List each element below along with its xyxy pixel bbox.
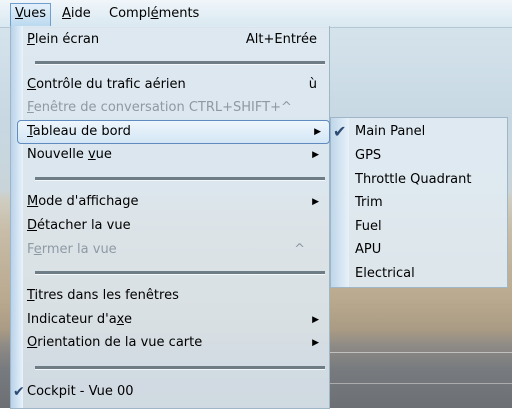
menu-label-prefix: Compl (109, 6, 151, 21)
submenu-item-label: Throttle Quadrant (355, 172, 472, 187)
menu-item-cockpit-vue[interactable]: ✔ Cockpit - Vue 00 (13, 381, 327, 403)
label-suffix: ode d'affichage (38, 194, 139, 209)
label-suffix: itres dans les fenêtres (34, 288, 179, 303)
menu-item-fermer-vue: Fermer la vue ^ (27, 239, 327, 261)
vues-dropdown-menu: Plein écran Alt+Entrée Contrôle du trafi… (10, 26, 330, 409)
menu-label-suffix: ues (23, 6, 47, 21)
submenu-item-apu[interactable]: APU (355, 238, 505, 261)
label-suffix: ue (95, 147, 112, 162)
label-mnemonic: T (27, 288, 35, 303)
submenu-item-label: APU (355, 242, 382, 257)
label-mnemonic: x (116, 312, 124, 327)
label-suffix: étacher la vue (37, 218, 131, 233)
menu-mnemonic: A (62, 6, 71, 21)
checkmark-icon: ✔ (13, 384, 25, 400)
label-suffix: e (123, 312, 132, 327)
label-suffix: ableau de bord (32, 124, 131, 139)
menu-separator (35, 366, 325, 370)
checkmark-icon: ✔ (333, 122, 347, 141)
shortcut-text: ^ (294, 242, 305, 257)
runway-marking (330, 383, 512, 384)
label-suffix: ontrôle du trafic aérien (36, 77, 186, 92)
menu-item-label: Nouvelle vue (27, 144, 112, 166)
menu-item-titres-fenetres[interactable]: Titres dans les fenêtres (27, 285, 327, 307)
menu-item-nouvelle-vue[interactable]: Nouvelle vue ▶ (27, 144, 327, 166)
menu-mnemonic: é (150, 6, 159, 21)
submenu-arrow-icon: ▶ (312, 197, 319, 207)
label-mnemonic: F (27, 100, 34, 115)
label-mnemonic: e (33, 242, 42, 257)
menu-item-orientation-carte[interactable]: Orientation de la vue carte ▶ (27, 332, 327, 354)
shortcut-text: Alt+Entrée (245, 32, 317, 47)
menu-item-label: Détacher la vue (27, 215, 131, 237)
label-mnemonic: v (87, 147, 96, 162)
menu-item-label: Plein écran (27, 29, 99, 51)
menu-complements[interactable]: Compléments (105, 4, 203, 24)
menu-separator (35, 271, 325, 275)
submenu-item-gps[interactable]: GPS (355, 144, 505, 167)
label-suffix: enêtre de conversation CTRL+SHIFT+^ (33, 100, 292, 115)
submenu-arrow-icon: ▶ (314, 127, 321, 137)
menu-item-plein-ecran[interactable]: Plein écran Alt+Entrée (27, 29, 327, 51)
submenu-gutter (331, 118, 349, 287)
submenu-item-main-panel[interactable]: ✔ Main Panel (333, 120, 505, 143)
menu-item-tableau-de-bord[interactable]: Tableau de bord ▶ (17, 120, 330, 144)
label-prefix: Nouvelle (27, 147, 88, 162)
menu-item-label: Mode d'affichage (27, 191, 139, 213)
submenu-arrow-icon: ▶ (312, 315, 319, 325)
submenu-item-electrical[interactable]: Electrical (355, 262, 505, 285)
menu-item-mode-affichage[interactable]: Mode d'affichage ▶ (27, 191, 327, 213)
menu-item-label: Indicateur d'axe (27, 309, 132, 331)
label-suffix: rmer la vue (41, 242, 117, 257)
menu-vues[interactable]: Vues (10, 3, 52, 26)
label-prefix: F (27, 242, 34, 257)
menu-item-fenetre-conversation: Fenêtre de conversation CTRL+SHIFT+^ (27, 97, 327, 119)
menu-item-label: Cockpit - Vue 00 (27, 384, 134, 399)
menu-item-label: Tableau de bord (27, 121, 131, 143)
submenu-item-fuel[interactable]: Fuel (355, 215, 505, 238)
menu-item-indicateur-axe[interactable]: Indicateur d'axe ▶ (27, 309, 327, 331)
submenu-item-trim[interactable]: Trim (355, 191, 505, 214)
menu-item-label: Fermer la vue (27, 239, 117, 261)
menu-bar: Vues Aide Compléments (0, 0, 512, 28)
label-mnemonic: C (27, 77, 37, 92)
menu-item-label: Titres dans les fenêtres (27, 285, 179, 307)
menu-separator (35, 177, 325, 181)
submenu-arrow-icon: ▶ (312, 338, 319, 348)
menu-item-detacher-vue[interactable]: Détacher la vue (27, 215, 327, 237)
submenu-item-label: Fuel (355, 219, 382, 234)
label-prefix: Indicateur d'a (27, 312, 117, 327)
label-suffix: rientation de la vue carte (37, 335, 203, 350)
submenu-item-throttle-quadrant[interactable]: Throttle Quadrant (355, 168, 505, 191)
menu-item-controle-trafic[interactable]: Contrôle du trafic aérien ù (27, 74, 327, 96)
runway-marking (330, 352, 512, 353)
submenu-item-label: Electrical (355, 266, 415, 281)
menu-separator (35, 61, 325, 65)
label-suffix: lein écran (34, 32, 100, 47)
menu-item-label: Fenêtre de conversation CTRL+SHIFT+^ (27, 97, 292, 119)
label-mnemonic: P (27, 32, 35, 47)
label-mnemonic: O (27, 335, 38, 350)
label-mnemonic: D (27, 218, 38, 233)
menu-aide[interactable]: Aide (58, 4, 95, 24)
submenu-item-label: Main Panel (355, 124, 426, 139)
menu-label-suffix: ide (70, 6, 91, 21)
submenu-item-label: GPS (355, 148, 382, 163)
menu-label-suffix: ments (158, 6, 200, 21)
submenu-item-label: Trim (355, 195, 383, 210)
menu-item-label: Contrôle du trafic aérien (27, 74, 186, 96)
tableau-de-bord-submenu: ✔ Main Panel GPS Throttle Quadrant Trim … (330, 117, 508, 288)
menu-mnemonic: V (15, 6, 24, 21)
menu-item-label: Orientation de la vue carte (27, 332, 202, 354)
shortcut-text: ù (308, 77, 317, 92)
menu-gutter (11, 26, 23, 408)
label-mnemonic: M (27, 194, 39, 209)
submenu-arrow-icon: ▶ (312, 150, 319, 160)
